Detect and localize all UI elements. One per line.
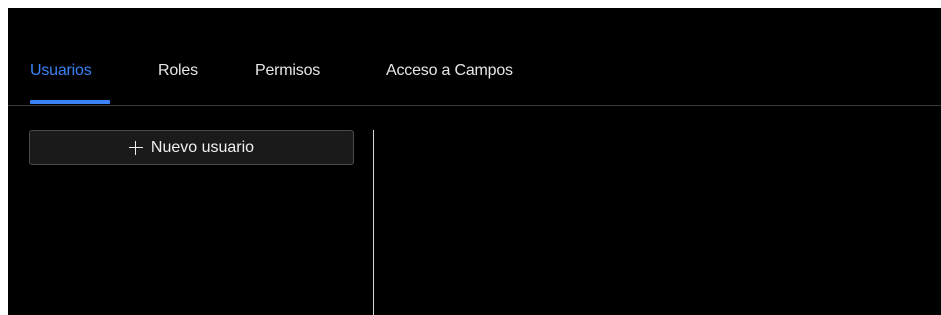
- new-user-button[interactable]: Nuevo usuario: [29, 130, 354, 165]
- tab-usuarios[interactable]: Usuarios: [30, 62, 92, 80]
- tab-permisos[interactable]: Permisos: [255, 62, 320, 80]
- user-detail-panel: [375, 130, 941, 315]
- tab-roles[interactable]: Roles: [158, 62, 198, 80]
- active-tab-indicator: [30, 100, 110, 104]
- app-window: Usuarios Roles Permisos Acceso a Campos …: [8, 8, 941, 315]
- tab-bar: Usuarios Roles Permisos Acceso a Campos: [8, 58, 941, 106]
- plus-icon: [128, 140, 143, 155]
- tab-acceso-a-campos[interactable]: Acceso a Campos: [386, 62, 513, 80]
- panel-splitter[interactable]: [373, 130, 374, 315]
- new-user-button-label: Nuevo usuario: [150, 138, 255, 156]
